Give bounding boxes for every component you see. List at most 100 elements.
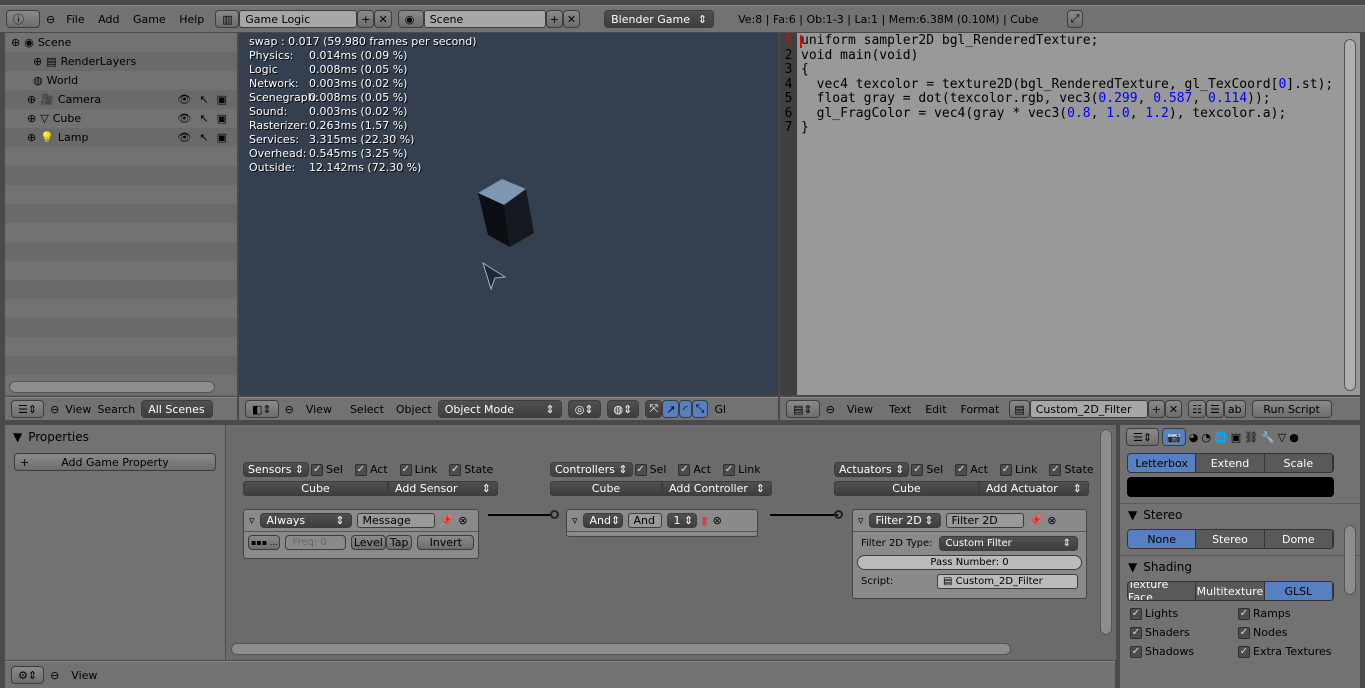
state-checkbox[interactable]: ✓ State [449,463,493,476]
framing-option[interactable]: Letterbox [1128,454,1197,472]
world-tab-icon[interactable]: 🌐 [1214,431,1228,444]
shading-option[interactable]: GLSL [1264,582,1333,600]
actuators-menu[interactable]: Actuators ⇕ [834,462,910,477]
word-wrap-toggle[interactable]: ☰ [1206,400,1224,418]
tap-button[interactable]: Tap [385,535,413,550]
data-tab-icon[interactable]: ▽ [1278,431,1286,444]
stereo-option[interactable]: Stereo [1196,530,1265,548]
remove-brick-icon[interactable]: ⊗ [458,514,467,527]
shading-select[interactable]: ◎⇕ [567,400,601,418]
text-view-menu[interactable]: View [841,403,879,416]
shading-option[interactable]: Multitexture [1196,582,1265,600]
state-checkbox[interactable]: ✓ State [1049,463,1094,476]
collapse-triangle-icon[interactable]: ▿ [249,514,255,527]
outliner-item[interactable]: ⊕ 🎥 Camera 👁 ↖ ▣ [5,90,237,109]
collapse-icon[interactable]: ⊖ [50,403,59,416]
frequency-field[interactable]: Freq: 0 [285,535,346,550]
editor-type-info-button[interactable]: ⓘ [6,10,40,28]
sensors-menu[interactable]: Sensors ⇕ [243,462,310,477]
screen-layout-icon[interactable]: ▥ [215,10,240,28]
outliner-search-menu[interactable]: Search [97,403,135,416]
object-tab-icon[interactable]: ▣ [1231,431,1241,444]
outliner-filter-select[interactable]: All Scenes [141,400,214,418]
selectable-cursor-icon[interactable]: ↖ [199,112,208,125]
pin-icon[interactable]: 📌 [440,514,454,527]
sel-checkbox[interactable]: ✓ Sel [911,463,943,476]
material-tab-icon[interactable]: ● [1289,431,1299,444]
properties-scrollbar[interactable] [1344,525,1356,595]
selectable-cursor-icon[interactable]: ↖ [199,131,208,144]
visibility-eye-icon[interactable]: 👁 [177,93,191,106]
translate-icon[interactable]: ↗ [662,400,680,418]
view-menu[interactable]: View [300,403,338,416]
renderable-camera-icon[interactable]: ▣ [217,112,227,125]
stereo-option[interactable]: None [1128,530,1197,548]
text-browse-icon[interactable]: ▤ [1009,400,1030,418]
shading-option[interactable]: Texture Face [1128,582,1197,600]
expand-icon[interactable]: ⊕ [27,131,36,144]
delete-scene-button[interactable]: ✕ [562,10,581,28]
editor-type-3d-button[interactable]: ◧⇕ [245,400,279,418]
object-name-button[interactable]: Cube [243,481,388,496]
select-menu[interactable]: Select [344,403,390,416]
menu-add[interactable]: Add [93,13,124,26]
link-checkbox[interactable]: ✓ Link [999,463,1037,476]
remove-brick-icon[interactable]: ⊗ [1047,514,1056,527]
delete-screen-button[interactable]: ✕ [374,10,392,28]
fullscreen-icon[interactable]: ⤢ [1066,10,1084,28]
level-button[interactable]: Level [350,535,386,550]
text-editor[interactable]: 1234567 uniform sampler2D bgl_RenderedTe… [780,33,1360,395]
new-text-button[interactable]: + [1147,400,1165,418]
3d-viewport[interactable]: swap : 0.017 (59.980 frames per second) P… [239,33,778,395]
outliner-view-menu[interactable]: View [65,403,91,416]
visibility-eye-icon[interactable]: 👁 [177,131,191,144]
add-game-property-button[interactable]: + Add Game Property [14,453,216,471]
text-text-menu[interactable]: Text [885,403,915,416]
brick-type-select[interactable]: Always ⇕ [259,513,352,528]
brick-name-field[interactable]: And [627,513,662,528]
logic-horizontal-scrollbar[interactable] [231,643,1011,655]
pass-number-field[interactable]: Pass Number: 0 [857,555,1082,570]
collapse-icon[interactable]: ⊖ [50,669,59,682]
text-format-menu[interactable]: Format [957,403,1004,416]
shading-option-checkbox[interactable]: ✓ Shadows [1130,645,1238,658]
text-edit-menu[interactable]: Edit [921,403,950,416]
expand-icon[interactable]: ⊕ [27,93,36,106]
sensors-add-select[interactable]: Add Sensor ⇕ [388,481,498,496]
render-layers-tab-icon[interactable]: ◕ [1189,431,1199,444]
shading-option-checkbox[interactable]: ✓ Nodes [1238,626,1348,639]
menu-help[interactable]: Help [174,13,209,26]
editor-type-properties-button[interactable]: ☰⇕ [1126,428,1160,446]
collapse-icon[interactable]: ⊖ [285,403,294,416]
script-field[interactable]: ▤ Custom_2D_Filter [937,574,1078,589]
syntax-highlight-toggle[interactable]: ab [1223,400,1246,418]
constraints-tab-icon[interactable]: ⛓ [1244,431,1258,444]
act-checkbox[interactable]: ✓ Act [354,463,388,476]
code-area[interactable]: uniform sampler2D bgl_RenderedTexture; vo… [801,33,1333,136]
controllers-menu[interactable]: Controllers ⇕ [550,462,633,477]
render-engine-select[interactable]: Blender Game ⇕ [604,10,715,28]
brick-name-field[interactable]: Filter 2D [945,513,1024,528]
collapse-triangle-icon[interactable]: ▿ [858,514,864,527]
pivot-select[interactable]: ◍⇕ [606,400,640,418]
editor-type-text-button[interactable]: ▤⇕ [786,400,820,418]
selectable-cursor-icon[interactable]: ↖ [199,93,208,106]
visibility-eye-icon[interactable]: 👁 [177,112,191,125]
editor-type-outliner-button[interactable]: ☰⇕ [11,400,45,418]
expand-icon[interactable]: ⊕ [11,36,20,49]
screen-selector[interactable]: Game Logic [239,10,358,28]
link-checkbox[interactable]: ✓ Link [399,463,437,476]
add-screen-button[interactable]: + [357,10,375,28]
invert-button[interactable]: Invert [417,535,474,550]
rotate-icon[interactable]: ◜ [679,400,692,418]
object-menu[interactable]: Object [396,403,432,416]
text-scrollbar[interactable] [1344,39,1356,391]
outliner-scrollbar[interactable] [9,381,215,393]
shading-section-header[interactable]: ▼ Shading [1120,555,1360,577]
filter-type-select[interactable]: Custom Filter ⇕ [938,536,1078,551]
modifiers-tab-icon[interactable]: 🔧 [1261,431,1275,444]
collapse-icon[interactable]: ⊖ [826,403,835,416]
menu-file[interactable]: File [61,13,89,26]
actuators-add-select[interactable]: Add Actuator ⇕ [979,481,1089,496]
framing-option[interactable]: Scale [1264,454,1333,472]
